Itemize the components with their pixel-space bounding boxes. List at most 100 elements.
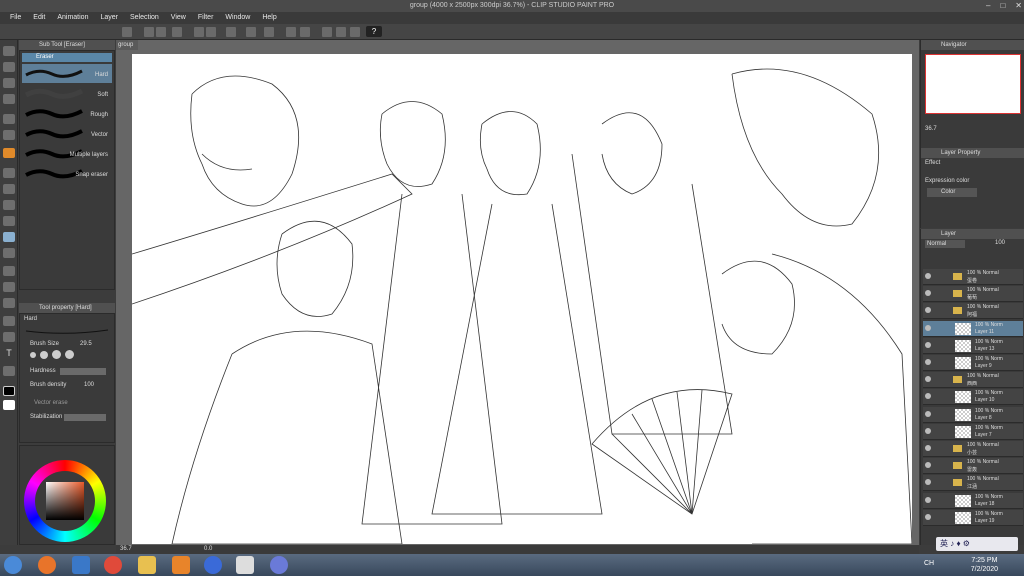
minimize-icon[interactable]: – (986, 0, 990, 12)
eye-icon[interactable] (925, 410, 931, 417)
eraser-tool-icon[interactable] (3, 232, 15, 242)
firefox-icon[interactable] (38, 556, 56, 574)
layer-row[interactable]: 100 % Norm Layer 11 (923, 320, 1023, 337)
layer-row[interactable]: 100 % Norm Layer 18 (923, 492, 1023, 509)
brush-item-vector[interactable]: Vector (22, 124, 112, 143)
sub-color-swatch[interactable] (3, 400, 15, 410)
explorer-icon[interactable] (138, 556, 156, 574)
menu-file[interactable]: File (4, 12, 27, 24)
layer-row[interactable]: 100 % Norm Layer 8 (923, 406, 1023, 423)
gradient-tool-icon[interactable] (3, 282, 15, 292)
expression-color-select[interactable]: Color (927, 188, 977, 197)
menu-help[interactable]: Help (256, 12, 282, 24)
opacity-value[interactable]: 100 (995, 240, 1005, 246)
eye-icon[interactable] (925, 376, 931, 383)
main-color-swatch[interactable] (3, 386, 15, 396)
display-icon[interactable] (322, 27, 332, 37)
text-tool-icon[interactable]: T (3, 348, 15, 358)
figure-tool-icon[interactable] (3, 298, 15, 308)
subtool-category[interactable]: Eraser (22, 53, 112, 62)
blend-tool-icon[interactable] (3, 248, 15, 258)
brush-item-hard[interactable]: Hard (22, 64, 112, 83)
menu-window[interactable]: Window (219, 12, 256, 24)
brush-item-snap-eraser[interactable]: Snap eraser (22, 164, 112, 183)
menu-edit[interactable]: Edit (27, 12, 51, 24)
brush-tool-icon[interactable] (3, 200, 15, 210)
canvas-paper[interactable] (132, 54, 912, 544)
snap-ruler-icon[interactable] (286, 27, 296, 37)
eye-icon[interactable] (925, 290, 931, 297)
app-icon[interactable] (204, 556, 222, 574)
eye-icon[interactable] (925, 307, 931, 314)
ime-toolbar[interactable]: 英 ♪ ♦ ⚙ (936, 537, 1018, 551)
layer-row[interactable]: 100 % Norm Layer 9 (923, 355, 1023, 371)
move-layer-icon[interactable] (3, 94, 15, 104)
layer-row[interactable]: 100 % Norm Layer 13 (923, 337, 1023, 354)
size-dot-icon[interactable] (52, 350, 61, 359)
layer-folder-row[interactable]: 100 % Normal 蛋卷 (923, 269, 1023, 285)
eye-icon[interactable] (925, 496, 931, 503)
auto-select-icon[interactable] (3, 130, 15, 140)
start-icon[interactable] (4, 556, 22, 574)
ie-icon[interactable] (72, 556, 90, 574)
eye-icon[interactable] (925, 479, 931, 486)
eye-icon[interactable] (925, 462, 931, 469)
layer-folder-row[interactable]: 100 % Normal 西西 (923, 372, 1023, 389)
size-dot-icon[interactable] (40, 351, 48, 359)
clock[interactable]: 7:25 PM 7/2/2020 (971, 556, 998, 574)
rotation-value[interactable]: 0.0 (204, 546, 212, 552)
brush-item-soft[interactable]: Soft (22, 84, 112, 103)
brush-density-value[interactable]: 100 (84, 382, 94, 388)
chrome-icon[interactable] (104, 556, 122, 574)
eye-icon[interactable] (925, 513, 931, 520)
document-tab[interactable]: group (116, 40, 138, 50)
size-dot-icon[interactable] (30, 352, 36, 358)
transform-icon[interactable] (264, 27, 274, 37)
layer-row[interactable]: 100 % Norm Layer 10 (923, 389, 1023, 406)
menu-filter[interactable]: Filter (192, 12, 220, 24)
navigator-zoom[interactable]: 36.7 (925, 126, 937, 132)
saturation-value-square[interactable] (46, 482, 84, 520)
clear-icon[interactable] (226, 27, 236, 37)
eye-icon[interactable] (925, 427, 931, 434)
layer-folder-row[interactable]: 100 % Normal 葡萄 (923, 286, 1023, 303)
pen-pressure-icon[interactable] (336, 27, 346, 37)
move-tool-icon[interactable] (3, 62, 15, 72)
layer-folder-row[interactable]: 100 % Normal 阿福 (923, 303, 1023, 320)
brush-size-value[interactable]: 29.5 (80, 341, 92, 347)
menu-selection[interactable]: Selection (124, 12, 165, 24)
clip-studio-icon[interactable] (122, 27, 132, 37)
eye-icon[interactable] (925, 445, 931, 451)
zoom-value[interactable]: 36.7 (120, 546, 132, 552)
open-file-icon[interactable] (156, 27, 166, 37)
selection-tool-icon[interactable] (3, 114, 15, 124)
brush-item-multiple-layers[interactable]: Multiple layers (22, 144, 112, 163)
blend-mode-select[interactable]: Normal (925, 240, 965, 248)
layer-folder-row[interactable]: 100 % Normal 江涵 (923, 475, 1023, 492)
balloon-tool-icon[interactable] (3, 366, 15, 376)
navigator-thumbnail[interactable] (925, 54, 1021, 114)
layer-folder-row[interactable]: 100 % Normal 小芸 (923, 441, 1023, 457)
brush-size-presets[interactable] (30, 350, 108, 360)
new-file-icon[interactable] (144, 27, 154, 37)
menu-view[interactable]: View (165, 12, 192, 24)
language-indicator[interactable]: CH (924, 560, 934, 567)
ruler-tool-icon[interactable] (3, 332, 15, 342)
help-icon[interactable]: ? (366, 26, 382, 37)
operation-tool-icon[interactable] (3, 78, 15, 88)
layer-row[interactable]: 100 % Norm Layer 19 (923, 509, 1023, 526)
eye-icon[interactable] (925, 393, 931, 400)
frame-tool-icon[interactable] (3, 316, 15, 326)
pen-tool-icon[interactable] (3, 168, 15, 178)
clip-studio-taskbar-icon[interactable] (236, 556, 254, 574)
size-dot-icon[interactable] (65, 350, 74, 359)
discord-icon[interactable] (270, 556, 288, 574)
pencil-tool-icon[interactable] (3, 184, 15, 194)
fill-icon[interactable] (246, 27, 256, 37)
eyedropper-icon[interactable] (3, 148, 15, 158)
edit-icon[interactable] (350, 27, 360, 37)
eye-icon[interactable] (925, 359, 931, 365)
hue-ring[interactable] (24, 460, 106, 542)
brush-item-rough[interactable]: Rough (22, 104, 112, 123)
maximize-icon[interactable]: □ (1000, 0, 1005, 12)
